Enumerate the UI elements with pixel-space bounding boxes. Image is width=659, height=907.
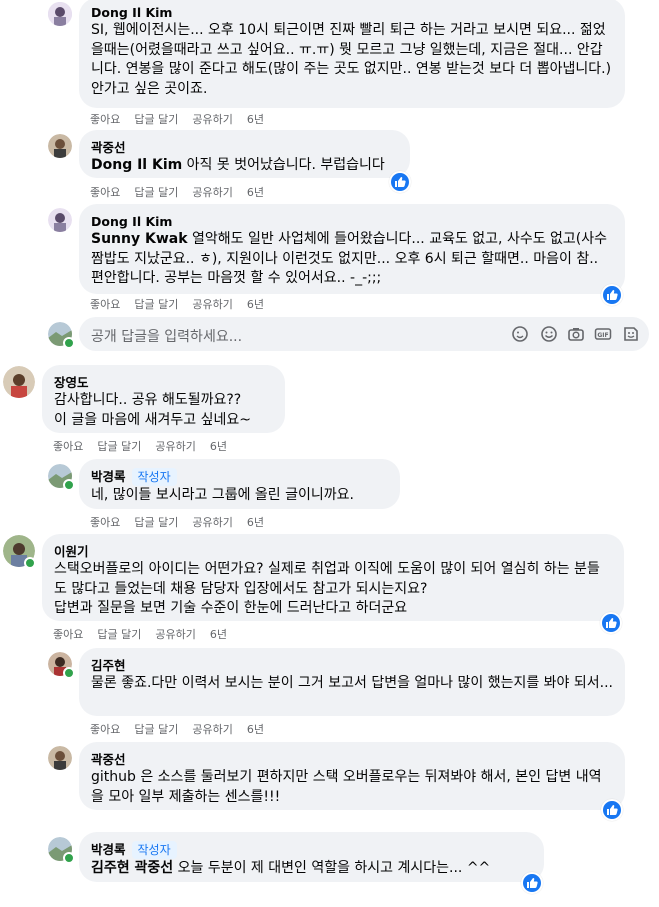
comment-bubble: 박경록 작성자 네, 많이들 보시라고 그룹에 올린 글이니까요. <box>79 459 400 509</box>
timestamp[interactable]: 6년 <box>210 628 227 641</box>
comment-text: 감사합니다.. 공유 해도될까요?? 이 글을 마음에 새겨두고 싶네요~ <box>54 392 251 428</box>
timestamp[interactable]: 6년 <box>247 516 264 529</box>
like-link[interactable]: 좋아요 <box>90 186 120 199</box>
share-link[interactable]: 공유하기 <box>192 516 232 529</box>
online-status-dot <box>24 557 36 569</box>
like-link[interactable]: 좋아요 <box>53 628 83 641</box>
avatar[interactable] <box>48 746 72 770</box>
reply-placeholder: 공개 답글을 입력하세요... <box>91 329 243 345</box>
comment-text: 김주현 곽중선 오늘 두분이 제 대변인 역할을 하시고 계시다는... ^^ <box>91 860 491 876</box>
like-link[interactable]: 좋아요 <box>90 516 120 529</box>
like-link[interactable]: 좋아요 <box>90 113 120 126</box>
reply-link[interactable]: 답글 달기 <box>134 298 178 311</box>
comment-bubble: 곽중선 github 은 소스를 둘러보기 편하지만 스택 오버플로우는 뒤져봐… <box>79 742 625 810</box>
like-link[interactable]: 좋아요 <box>90 723 120 736</box>
comment-actions: 좋아요 답글 달기 공유하기 6년 <box>90 296 278 312</box>
avatar[interactable] <box>48 208 72 232</box>
mention-link[interactable]: Dong Il Kim <box>91 157 182 173</box>
comment-bubble: Dong Il Kim SI, 웹에이전시는... 오후 10시 퇴근이면 진짜… <box>79 0 625 108</box>
share-link[interactable]: 공유하기 <box>192 113 232 126</box>
svg-text:GIF: GIF <box>597 332 608 339</box>
mention-link[interactable]: Sunny Kwak <box>91 231 188 247</box>
share-link[interactable]: 공유하기 <box>192 186 232 199</box>
comment-bubble: 장영도 감사합니다.. 공유 해도될까요?? 이 글을 마음에 새겨두고 싶네요… <box>42 365 285 433</box>
comment-text: 스택오버플로의 아이디는 어떤가요? 실제로 취업과 이직에 도움이 많이 되어… <box>54 561 600 616</box>
comment-author[interactable]: 박경록 <box>91 469 126 485</box>
comment-actions: 좋아요 답글 달기 공유하기 6년 <box>90 721 278 737</box>
share-link[interactable]: 공유하기 <box>155 628 195 641</box>
online-status-dot <box>63 479 75 491</box>
comment-author[interactable]: 곽중선 <box>91 140 126 156</box>
comment-bubble: 김주현 물론 좋죠.다만 이력서 보시는 분이 그거 보고서 답변을 얼마나 많… <box>79 648 625 716</box>
comment-author[interactable]: 김주현 <box>91 658 126 674</box>
timestamp[interactable]: 6년 <box>210 440 227 453</box>
comment-author[interactable]: Dong Il Kim <box>91 5 172 21</box>
share-link[interactable]: 공유하기 <box>192 298 232 311</box>
comment-bubble: 박경록 작성자 김주현 곽중선 오늘 두분이 제 대변인 역할을 하시고 계시다는… <box>79 832 544 882</box>
reply-link[interactable]: 답글 달기 <box>134 113 178 126</box>
share-link[interactable]: 공유하기 <box>192 723 232 736</box>
emoji-icon[interactable] <box>540 325 558 343</box>
comment-author[interactable]: 이원기 <box>54 544 89 560</box>
author-badge: 작성자 <box>131 468 177 486</box>
comment-actions: 좋아요 답글 달기 공유하기 6년 <box>53 626 241 642</box>
online-status-dot <box>63 337 75 349</box>
comment-author[interactable]: 곽중선 <box>91 752 126 768</box>
like-reaction-icon[interactable] <box>601 284 623 306</box>
mention-link[interactable]: 김주현 곽중선 <box>91 860 173 876</box>
author-badge: 작성자 <box>131 841 177 859</box>
reply-link[interactable]: 답글 달기 <box>134 516 178 529</box>
comment-text: Sunny Kwak 열악해도 일반 사업체에 들어왔습니다... 교육도 없고… <box>91 231 608 286</box>
comment-actions: 좋아요 답글 달기 공유하기 6년 <box>90 111 278 127</box>
comment-author[interactable]: 박경록 <box>91 842 126 858</box>
avatar-sticker-icon[interactable] <box>511 325 529 343</box>
reply-link[interactable]: 답글 달기 <box>134 186 178 199</box>
timestamp[interactable]: 6년 <box>247 113 264 126</box>
timestamp[interactable]: 6년 <box>247 723 264 736</box>
comment-text: SI, 웹에이전시는... 오후 10시 퇴근이면 진짜 빨리 퇴근 하는 거라… <box>91 22 612 97</box>
comment-text: Dong Il Kim 아직 못 벗어났습니다. 부럽습니다 <box>91 157 385 173</box>
comment-text: 네, 많이들 보시라고 그룹에 올린 글이니까요. <box>91 487 354 503</box>
comment-actions: 좋아요 답글 달기 공유하기 6년 <box>90 184 278 200</box>
comment-actions: 좋아요 답글 달기 공유하기 6년 <box>53 438 241 454</box>
reply-link[interactable]: 답글 달기 <box>97 628 141 641</box>
reply-link[interactable]: 답글 달기 <box>97 440 141 453</box>
timestamp[interactable]: 6년 <box>247 186 264 199</box>
reply-link[interactable]: 답글 달기 <box>134 723 178 736</box>
reply-input[interactable]: 공개 답글을 입력하세요... GIF <box>79 317 649 351</box>
comment-author[interactable]: 장영도 <box>54 375 89 391</box>
avatar[interactable] <box>48 134 72 158</box>
online-status-dot <box>63 852 75 864</box>
like-reaction-icon[interactable] <box>600 612 622 634</box>
share-link[interactable]: 공유하기 <box>155 440 195 453</box>
like-reaction-icon[interactable] <box>389 171 411 193</box>
camera-icon[interactable] <box>567 325 585 343</box>
comment-bubble: Dong Il Kim Sunny Kwak 열악해도 일반 사업체에 들어왔습… <box>79 204 625 294</box>
sticker-icon[interactable] <box>622 325 640 343</box>
like-reaction-icon[interactable] <box>521 872 543 894</box>
like-reaction-icon[interactable] <box>601 799 623 821</box>
comment-bubble: 이원기 스택오버플로의 아이디는 어떤가요? 실제로 취업과 이직에 도움이 많… <box>42 534 624 621</box>
comment-text: github 은 소스를 둘러보기 편하지만 스택 오버플로우는 뒤져봐야 해서… <box>91 769 602 805</box>
timestamp[interactable]: 6년 <box>247 298 264 311</box>
like-link[interactable]: 좋아요 <box>90 298 120 311</box>
like-link[interactable]: 좋아요 <box>53 440 83 453</box>
comment-author[interactable]: Dong Il Kim <box>91 214 172 230</box>
avatar[interactable] <box>3 366 35 398</box>
online-status-dot <box>63 667 75 679</box>
comment-text: 물론 좋죠.다만 이력서 보시는 분이 그거 보고서 답변을 얼마나 많이 했는… <box>91 675 614 691</box>
comment-actions: 좋아요 답글 달기 공유하기 6년 <box>90 514 278 530</box>
avatar[interactable] <box>48 2 72 26</box>
comment-bubble: 곽중선 Dong Il Kim 아직 못 벗어났습니다. 부럽습니다 <box>79 130 410 178</box>
gif-icon[interactable]: GIF <box>594 325 612 343</box>
